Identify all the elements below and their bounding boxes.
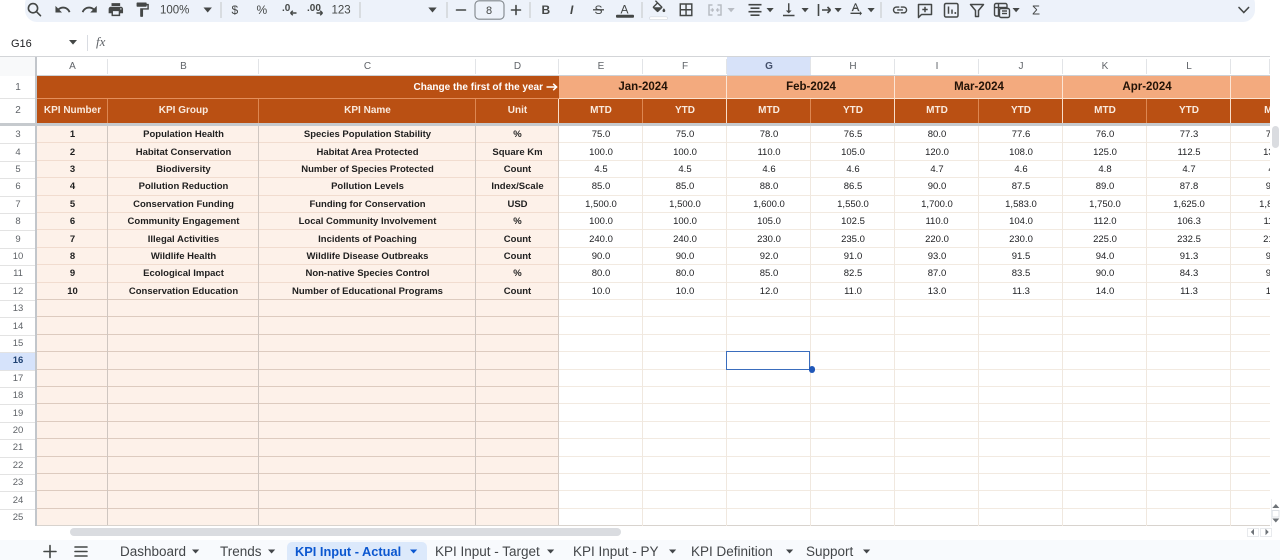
svg-text:A: A	[621, 3, 629, 17]
svg-text:Σ: Σ	[1032, 3, 1040, 18]
svg-text:123: 123	[332, 5, 351, 17]
svg-text:8: 8	[486, 5, 492, 17]
svg-text:100%: 100%	[160, 5, 189, 17]
svg-text:.0: .0	[282, 3, 291, 14]
svg-text:I: I	[570, 3, 574, 17]
svg-text:B: B	[542, 3, 551, 17]
svg-text:%: %	[257, 3, 268, 17]
svg-text:$: $	[232, 3, 239, 17]
